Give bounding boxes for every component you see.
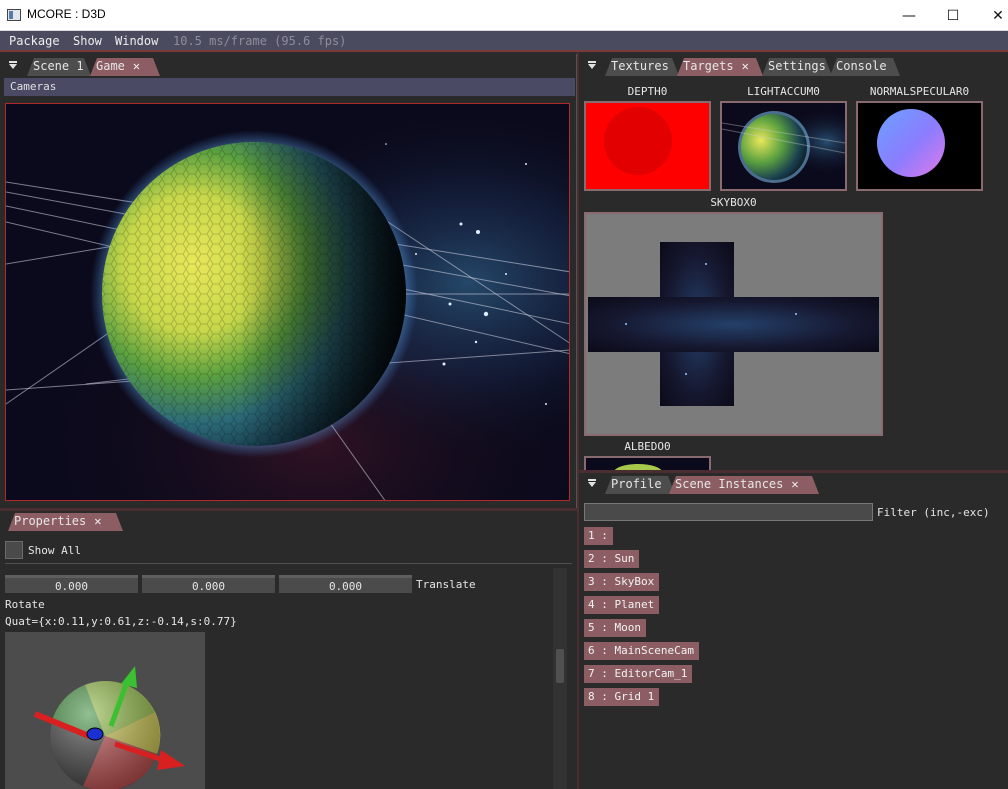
depth-target-label: DEPTH0 bbox=[627, 85, 668, 98]
menu-window[interactable]: Window bbox=[115, 34, 158, 48]
scene-render bbox=[6, 104, 569, 500]
albedo-target-preview[interactable] bbox=[584, 456, 711, 470]
tab-profile[interactable]: Profile bbox=[605, 476, 675, 494]
instances-tab-strip: Profile Scene Instances ✕ bbox=[579, 474, 1008, 494]
menu-package[interactable]: Package bbox=[9, 34, 60, 48]
instance-item[interactable]: 5 : Moon bbox=[584, 619, 646, 637]
window-title: MCORE : D3D bbox=[27, 7, 106, 21]
lightaccum-target-label: LIGHTACCUM0 bbox=[747, 85, 820, 98]
tab-scene-instances[interactable]: Scene Instances ✕ bbox=[669, 476, 819, 494]
close-tab-icon: ✕ bbox=[132, 59, 141, 73]
scene-panel: Scene 1 Game ✕ Cameras bbox=[0, 54, 577, 508]
panel-menu-icon[interactable] bbox=[587, 61, 597, 71]
window-titlebar: MCORE : D3D — ☐ ✕ bbox=[0, 0, 1008, 31]
frame-time-readout: 10.5 ms/frame (95.6 fps) bbox=[173, 34, 347, 48]
show-all-label: Show All bbox=[28, 544, 81, 557]
gizmo-sphere-icon bbox=[33, 666, 185, 789]
skybox-target-label: SKYBOX0 bbox=[710, 196, 757, 209]
targets-tab-strip: Textures Targets ✕ Settings Console bbox=[579, 56, 1008, 76]
instance-item[interactable]: 4 : Planet bbox=[584, 596, 660, 614]
menu-show[interactable]: Show bbox=[73, 34, 102, 48]
tab-game[interactable]: Game ✕ bbox=[90, 58, 160, 76]
albedo-target-label: ALBEDO0 bbox=[624, 440, 671, 453]
tab-scene-1[interactable]: Scene 1 bbox=[27, 58, 91, 76]
rotate-label: Rotate bbox=[5, 598, 45, 611]
close-window-button[interactable]: ✕ bbox=[975, 0, 1008, 31]
skybox-target-preview[interactable] bbox=[584, 212, 883, 436]
close-tab-icon: ✕ bbox=[94, 514, 102, 528]
tab-console[interactable]: Console bbox=[830, 58, 900, 76]
properties-panel: Properties ✕ Show All 0.000 0.000 0.000 T… bbox=[0, 511, 577, 789]
maximize-button[interactable]: ☐ bbox=[930, 0, 976, 31]
tab-textures[interactable]: Textures bbox=[605, 58, 679, 76]
instance-item[interactable]: 8 : Grid 1 bbox=[584, 688, 660, 706]
translate-label: Translate bbox=[416, 578, 476, 591]
translate-z-field[interactable]: 0.000 bbox=[279, 575, 412, 593]
normalspecular-target-label: NORMALSPECULAR0 bbox=[869, 85, 970, 98]
tab-settings[interactable]: Settings bbox=[762, 58, 832, 76]
translate-x-field[interactable]: 0.000 bbox=[5, 575, 138, 593]
instance-filter-input[interactable] bbox=[584, 503, 873, 521]
quaternion-readout: Quat={x:0.11,y:0.61,z:-0.14,s:0.77} bbox=[5, 615, 237, 628]
panel-menu-icon[interactable] bbox=[8, 61, 18, 71]
targets-panel: Textures Targets ✕ Settings Console DEPTH… bbox=[579, 54, 1008, 470]
tab-properties[interactable]: Properties ✕ bbox=[8, 513, 123, 531]
depth-target-preview[interactable] bbox=[584, 101, 711, 191]
instance-item[interactable]: 1 : bbox=[584, 527, 613, 545]
cameras-label: Cameras bbox=[10, 80, 57, 93]
instance-item[interactable]: 2 : Sun bbox=[584, 550, 640, 568]
minimize-button[interactable]: — bbox=[886, 0, 932, 31]
rotation-gizmo[interactable] bbox=[5, 632, 205, 789]
scene-tab-strip: Scene 1 Game ✕ bbox=[0, 56, 575, 76]
lightaccum-target-preview[interactable] bbox=[720, 101, 847, 191]
translate-y-field[interactable]: 0.000 bbox=[142, 575, 275, 593]
close-tab-icon: ✕ bbox=[791, 477, 799, 491]
instance-item[interactable]: 7 : EditorCam_1 bbox=[584, 665, 693, 683]
properties-divider bbox=[5, 563, 572, 564]
show-all-checkbox[interactable] bbox=[5, 541, 23, 559]
properties-scroll-thumb[interactable] bbox=[556, 649, 564, 683]
instance-item[interactable]: 3 : SkyBox bbox=[584, 573, 660, 591]
menu-bar: Package Show Window 10.5 ms/frame (95.6 … bbox=[0, 31, 1008, 51]
normalspecular-target-preview[interactable] bbox=[856, 101, 983, 191]
panel-menu-icon[interactable] bbox=[587, 479, 597, 489]
horizontal-splitter-right[interactable] bbox=[579, 470, 1008, 473]
menu-separator bbox=[0, 50, 1008, 52]
tab-targets[interactable]: Targets ✕ bbox=[677, 58, 763, 76]
scene-instances-panel: Profile Scene Instances ✕ Filter (inc,-ex… bbox=[579, 474, 1008, 789]
instance-item[interactable]: 6 : MainSceneCam bbox=[584, 642, 699, 660]
cameras-header[interactable]: Cameras bbox=[4, 78, 575, 96]
filter-label: Filter (inc,-exc) bbox=[877, 506, 990, 519]
app-window-icon bbox=[7, 9, 21, 21]
game-viewport[interactable] bbox=[5, 103, 570, 501]
close-tab-icon: ✕ bbox=[741, 59, 749, 73]
